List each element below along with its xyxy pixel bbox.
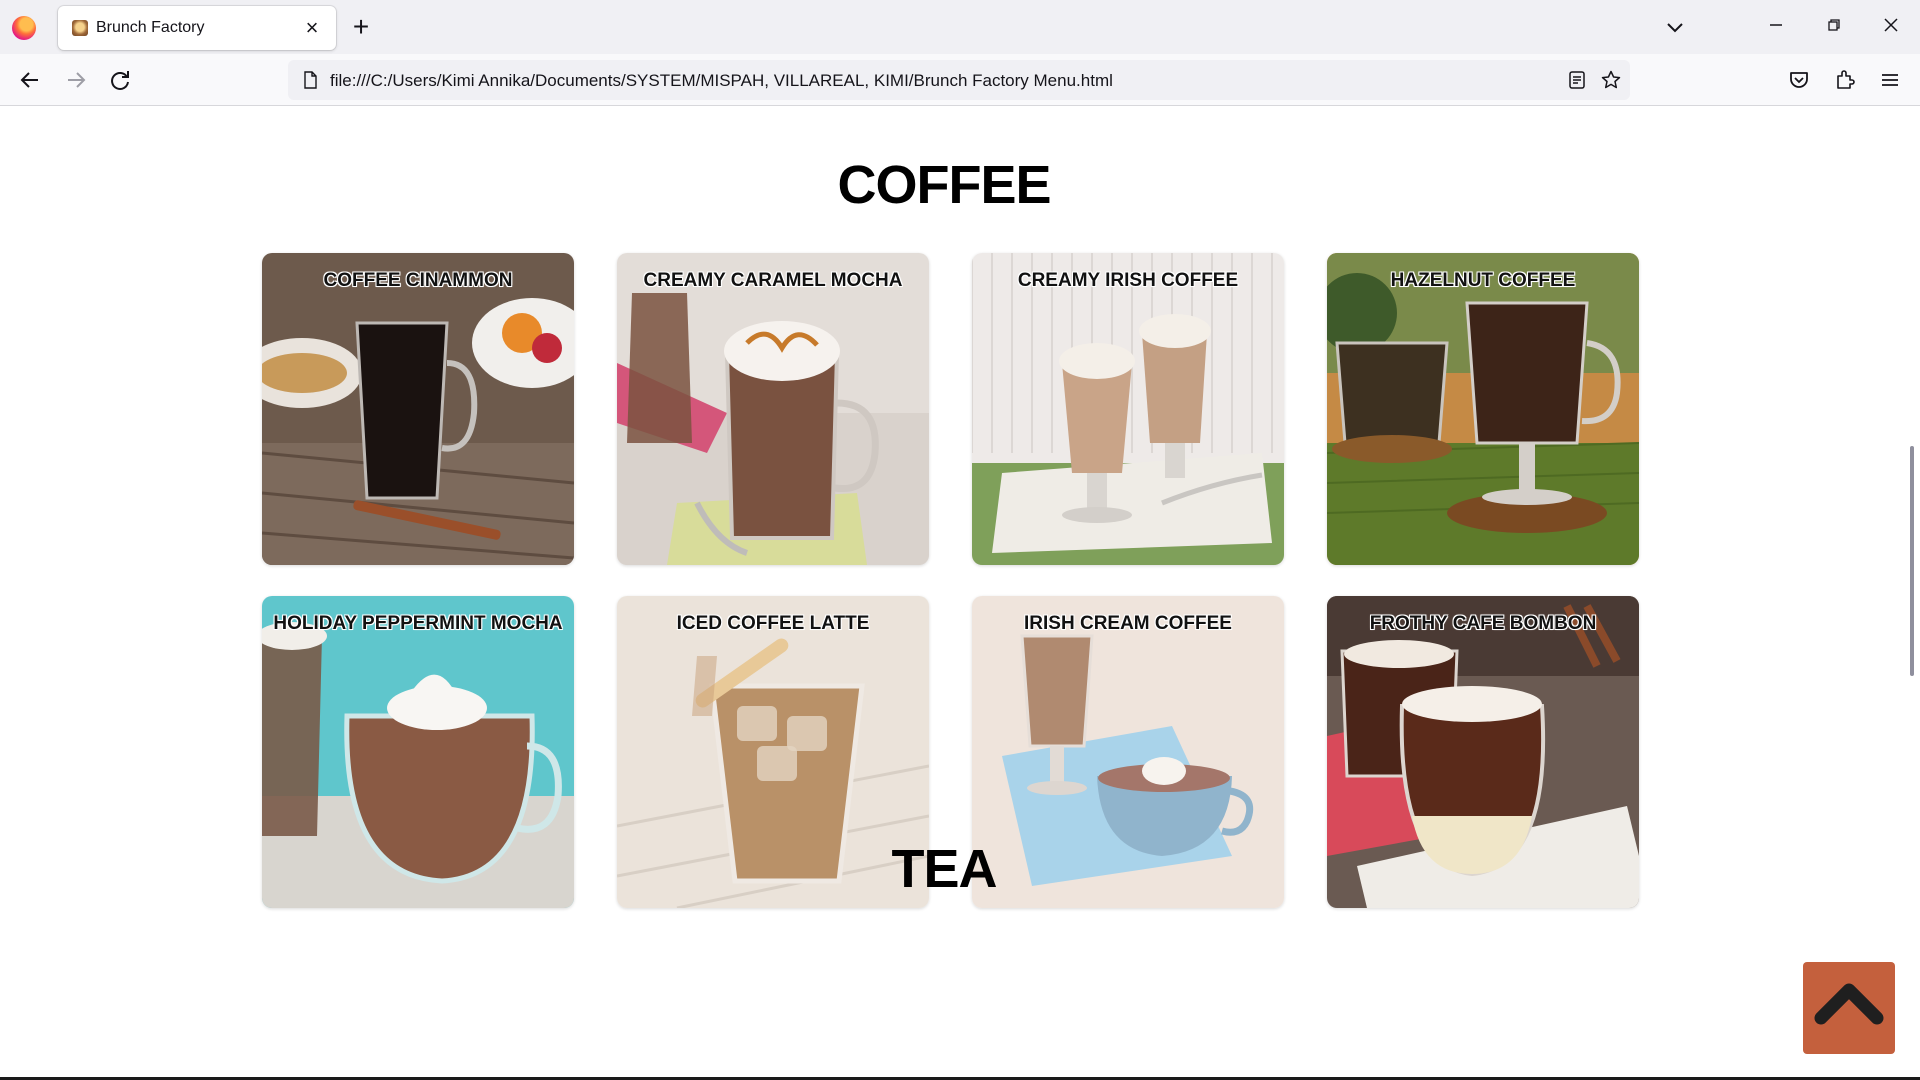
menu-card-hazelnut-coffee[interactable]: HAZELNUT COFFEE: [1327, 253, 1639, 565]
minimize-icon[interactable]: [1756, 10, 1796, 44]
reader-view-icon[interactable]: [1566, 69, 1588, 91]
menu-card-coffee-cinammon[interactable]: COFFEE CINAMMON: [262, 253, 574, 565]
coffee-cinammon-image: [262, 253, 574, 565]
hazelnut-coffee-image: [1327, 253, 1639, 565]
creamy-caramel-mocha-image: [617, 253, 929, 565]
page-content: COFFEE COFFEE CINAMMON CREAMY CARAMEL MO…: [0, 107, 1920, 1077]
star-icon[interactable]: [1600, 69, 1622, 91]
chevron-up-icon: [1814, 983, 1884, 1025]
menu-card-label: ICED COFFEE LATTE: [676, 613, 870, 634]
extensions-icon[interactable]: [1833, 68, 1857, 92]
restore-icon[interactable]: [1814, 10, 1854, 44]
menu-card-label: FROTHY CAFE BOMBON: [1369, 613, 1597, 634]
tab-favicon-icon: [72, 20, 88, 36]
tab-strip: Brunch Factory × +: [0, 0, 1920, 54]
menu-icon[interactable]: [1878, 68, 1902, 92]
coffee-section-title: COFFEE: [837, 155, 1051, 215]
page-icon: [304, 71, 317, 89]
tab-brunch-factory[interactable]: Brunch Factory ×: [58, 6, 336, 50]
menu-card-label: HOLIDAY PEPPERMINT MOCHA: [273, 613, 563, 634]
tab-title: Brunch Factory: [96, 19, 205, 36]
chevron-down-icon[interactable]: [1660, 12, 1690, 42]
window-close-icon[interactable]: [1871, 10, 1911, 44]
menu-card-label: COFFEE CINAMMON: [323, 270, 513, 291]
menu-card-label: CREAMY IRISH COFFEE: [1017, 270, 1239, 291]
creamy-irish-coffee-image: [972, 253, 1284, 565]
address-bar[interactable]: file:///C:/Users/Kimi Annika/Documents/S…: [288, 60, 1630, 100]
firefox-logo-icon[interactable]: [12, 16, 36, 40]
menu-card-label: IRISH CREAM COFFEE: [1024, 613, 1232, 634]
back-arrow-icon[interactable]: [14, 64, 46, 96]
url-text[interactable]: file:///C:/Users/Kimi Annika/Documents/S…: [330, 71, 1113, 91]
plus-icon[interactable]: +: [346, 12, 376, 42]
navigation-toolbar: file:///C:/Users/Kimi Annika/Documents/S…: [0, 54, 1920, 106]
back-to-top-button[interactable]: [1803, 962, 1895, 1054]
close-icon[interactable]: ×: [298, 14, 326, 42]
menu-card-creamy-irish-coffee[interactable]: CREAMY IRISH COFFEE: [972, 253, 1284, 565]
menu-card-creamy-caramel-mocha[interactable]: CREAMY CARAMEL MOCHA: [617, 253, 929, 565]
menu-card-label: CREAMY CARAMEL MOCHA: [643, 270, 903, 291]
menu-card-label: HAZELNUT COFFEE: [1390, 270, 1576, 291]
forward-arrow-icon[interactable]: [60, 64, 92, 96]
pocket-icon[interactable]: [1787, 68, 1811, 92]
scrollbar-thumb[interactable]: [1910, 446, 1914, 676]
reload-icon[interactable]: [104, 64, 136, 96]
tea-section-title: TEA: [891, 839, 998, 899]
